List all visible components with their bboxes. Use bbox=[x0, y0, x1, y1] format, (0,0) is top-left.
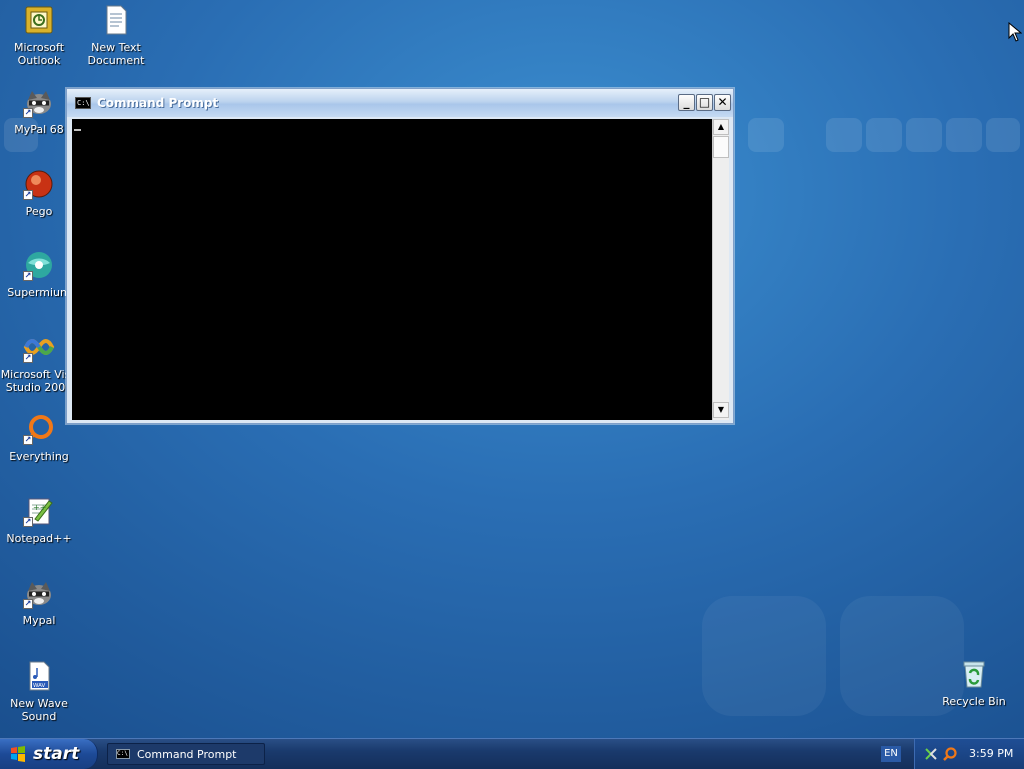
wallpaper-tile bbox=[906, 118, 942, 152]
desktop-icon-new-wave-sound[interactable]: WAV New Wave Sound bbox=[0, 660, 78, 723]
desktop-icon-label: Microsoft Outlook bbox=[13, 41, 65, 67]
text-document-icon bbox=[100, 4, 132, 36]
desktop-icon-label: New Text Document bbox=[87, 41, 145, 67]
command-prompt-window[interactable]: C:\ Command Prompt _ □ ✕ ▲ ▼ bbox=[66, 88, 734, 424]
minimize-button[interactable]: _ bbox=[678, 94, 695, 111]
start-label: start bbox=[33, 744, 80, 764]
everything-icon: ↗ bbox=[23, 413, 55, 445]
vertical-scrollbar[interactable]: ▲ ▼ bbox=[712, 119, 729, 420]
mouse-pointer-icon bbox=[1008, 22, 1022, 42]
desktop-icon-outlook[interactable]: Microsoft Outlook bbox=[0, 4, 78, 67]
shortcut-arrow-icon: ↗ bbox=[23, 190, 33, 200]
svg-text:++: ++ bbox=[33, 503, 46, 512]
shortcut-arrow-icon: ↗ bbox=[23, 353, 33, 363]
scroll-down-button[interactable]: ▼ bbox=[713, 402, 729, 418]
language-indicator[interactable]: EN bbox=[881, 746, 901, 762]
pego-icon: ↗ bbox=[23, 168, 55, 200]
scroll-thumb[interactable] bbox=[713, 136, 729, 158]
shortcut-arrow-icon: ↗ bbox=[23, 108, 33, 118]
shortcut-arrow-icon: ↗ bbox=[23, 435, 33, 445]
shortcut-arrow-icon: ↗ bbox=[23, 599, 33, 609]
window-titlebar[interactable]: C:\ Command Prompt _ □ ✕ bbox=[67, 89, 733, 117]
supermium-icon: ↗ bbox=[23, 249, 55, 281]
taskbar-item-command-prompt[interactable]: C:\ Command Prompt bbox=[107, 743, 265, 765]
window-title: Command Prompt bbox=[97, 96, 219, 110]
mypal-icon: ↗ bbox=[23, 86, 55, 118]
desktop-icon-notepadpp[interactable]: ++ ↗ Notepad++ bbox=[0, 495, 78, 545]
desktop-icon-new-text-document[interactable]: New Text Document bbox=[77, 4, 155, 67]
command-prompt-icon: C:\ bbox=[75, 97, 91, 109]
wallpaper-tile bbox=[866, 118, 902, 152]
windows-logo-icon bbox=[11, 746, 25, 762]
wallpaper-tile bbox=[986, 118, 1020, 152]
notepadpp-icon: ++ ↗ bbox=[23, 495, 55, 527]
shortcut-arrow-icon: ↗ bbox=[23, 517, 33, 527]
desktop-icon-label: Mypal bbox=[22, 614, 56, 627]
wav-file-icon: WAV bbox=[23, 660, 55, 692]
recycle-bin-icon bbox=[958, 658, 990, 690]
outlook-icon bbox=[23, 4, 55, 36]
taskbar-item-label: Command Prompt bbox=[137, 748, 237, 761]
visual-studio-icon: ↗ bbox=[23, 331, 55, 363]
maximize-button[interactable]: □ bbox=[696, 94, 713, 111]
wallpaper-tile bbox=[946, 118, 982, 152]
search-icon[interactable] bbox=[942, 746, 958, 762]
wallpaper-tile bbox=[826, 118, 862, 152]
network-icon[interactable] bbox=[923, 746, 939, 762]
desktop-icon-label: Notepad++ bbox=[6, 532, 72, 545]
mypal-icon: ↗ bbox=[23, 577, 55, 609]
svg-text:WAV: WAV bbox=[33, 683, 46, 689]
desktop-icon-label: Recycle Bin bbox=[942, 695, 1006, 708]
close-button[interactable]: ✕ bbox=[714, 94, 731, 111]
start-button[interactable]: start bbox=[0, 739, 98, 769]
desktop-icon-label: New Wave Sound bbox=[10, 697, 68, 723]
desktop-icon-recycle-bin[interactable]: Recycle Bin bbox=[935, 658, 1013, 708]
command-prompt-icon: C:\ bbox=[116, 749, 130, 759]
scroll-up-button[interactable]: ▲ bbox=[713, 119, 729, 135]
shortcut-arrow-icon: ↗ bbox=[23, 271, 33, 281]
desktop-icon-mypal[interactable]: ↗ Mypal bbox=[0, 577, 78, 627]
desktop-icon-label: Everything bbox=[9, 450, 69, 463]
wallpaper-tile bbox=[702, 596, 826, 716]
text-cursor bbox=[74, 129, 81, 131]
wallpaper-tile bbox=[748, 118, 784, 152]
taskbar: start C:\ Command Prompt EN 3:59 PM bbox=[0, 738, 1024, 769]
clock[interactable]: 3:59 PM bbox=[969, 747, 1013, 760]
system-tray: 3:59 PM bbox=[914, 739, 1024, 769]
console-output-area[interactable] bbox=[72, 119, 712, 420]
